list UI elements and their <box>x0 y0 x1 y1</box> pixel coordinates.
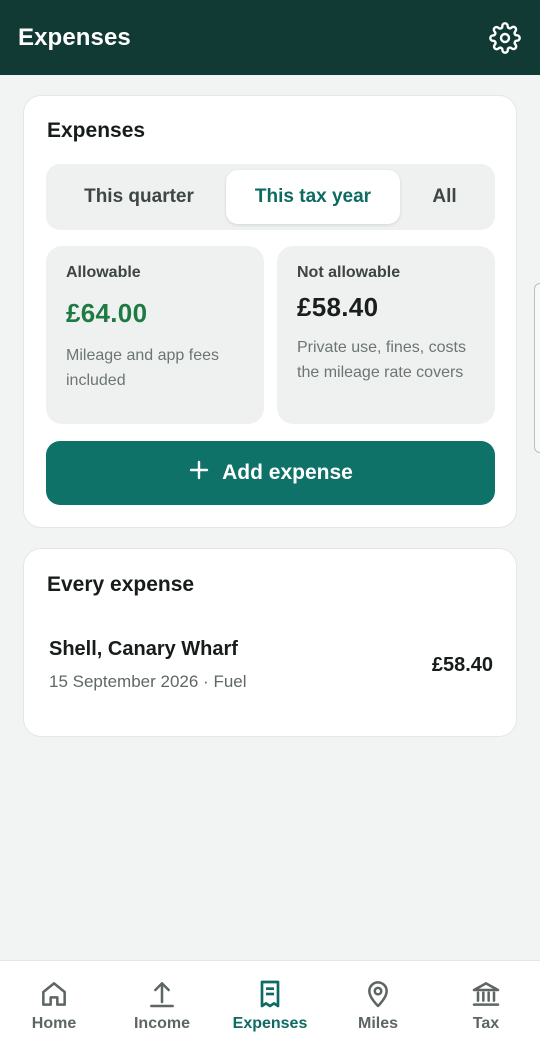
expense-merchant: Shell, Canary Wharf <box>49 638 238 660</box>
segment-this-quarter[interactable]: This quarter <box>52 170 226 224</box>
expenses-summary-card: Expenses This quarter This tax year All … <box>23 95 517 528</box>
allowable-tile: Allowable £64.00 Mileage and app fees in… <box>46 246 264 424</box>
not-allowable-value: £58.40 <box>297 292 379 322</box>
page-title: Expenses <box>18 23 131 51</box>
nav-tax-label: Tax <box>472 1015 500 1032</box>
allowable-label: Allowable <box>66 264 141 281</box>
location-pin-icon <box>361 977 395 1011</box>
list-item[interactable]: Shell, Canary Wharf 15 September 2026 · … <box>24 627 518 707</box>
nav-miles[interactable]: Miles <box>324 961 432 1042</box>
receipt-icon <box>253 977 287 1011</box>
nav-income[interactable]: Income <box>108 961 216 1042</box>
edge-panel-handle[interactable] <box>534 283 540 453</box>
plus-icon <box>188 459 210 487</box>
period-segmented-control: This quarter This tax year All <box>46 164 495 230</box>
nav-tax[interactable]: Tax <box>432 961 540 1042</box>
bank-icon <box>469 977 503 1011</box>
add-expense-button[interactable]: Add expense <box>46 441 495 505</box>
bottom-navigation: Home Income Expenses Miles Tax <box>0 960 540 1042</box>
not-allowable-label: Not allowable <box>297 264 401 281</box>
allowable-value: £64.00 <box>66 298 148 328</box>
segment-this-tax-year[interactable]: This tax year <box>226 170 400 224</box>
nav-expenses-label: Expenses <box>232 1015 308 1032</box>
summary-card-title: Expenses <box>47 119 146 142</box>
nav-expenses[interactable]: Expenses <box>216 961 324 1042</box>
nav-home-label: Home <box>31 1015 77 1032</box>
add-expense-label: Add expense <box>222 461 353 484</box>
expense-date-category: 15 September 2026 · Fuel <box>49 672 247 691</box>
expense-amount: £58.40 <box>431 654 493 676</box>
nav-home[interactable]: Home <box>0 961 108 1042</box>
list-card-title: Every expense <box>47 573 195 596</box>
nav-miles-label: Miles <box>357 1015 398 1032</box>
app-bar: Expenses <box>0 0 540 75</box>
nav-income-label: Income <box>133 1015 190 1032</box>
not-allowable-note: Private use, fines, costs the mileage ra… <box>297 339 466 381</box>
not-allowable-tile: Not allowable £58.40 Private use, fines,… <box>277 246 495 424</box>
segment-all[interactable]: All <box>400 170 489 224</box>
upload-arrow-icon <box>145 977 179 1011</box>
gear-icon[interactable] <box>488 21 522 55</box>
home-icon <box>37 977 71 1011</box>
expense-list-card: Every expense Shell, Canary Wharf 15 Sep… <box>23 548 517 737</box>
allowable-note: Mileage and app fees included <box>66 347 219 389</box>
